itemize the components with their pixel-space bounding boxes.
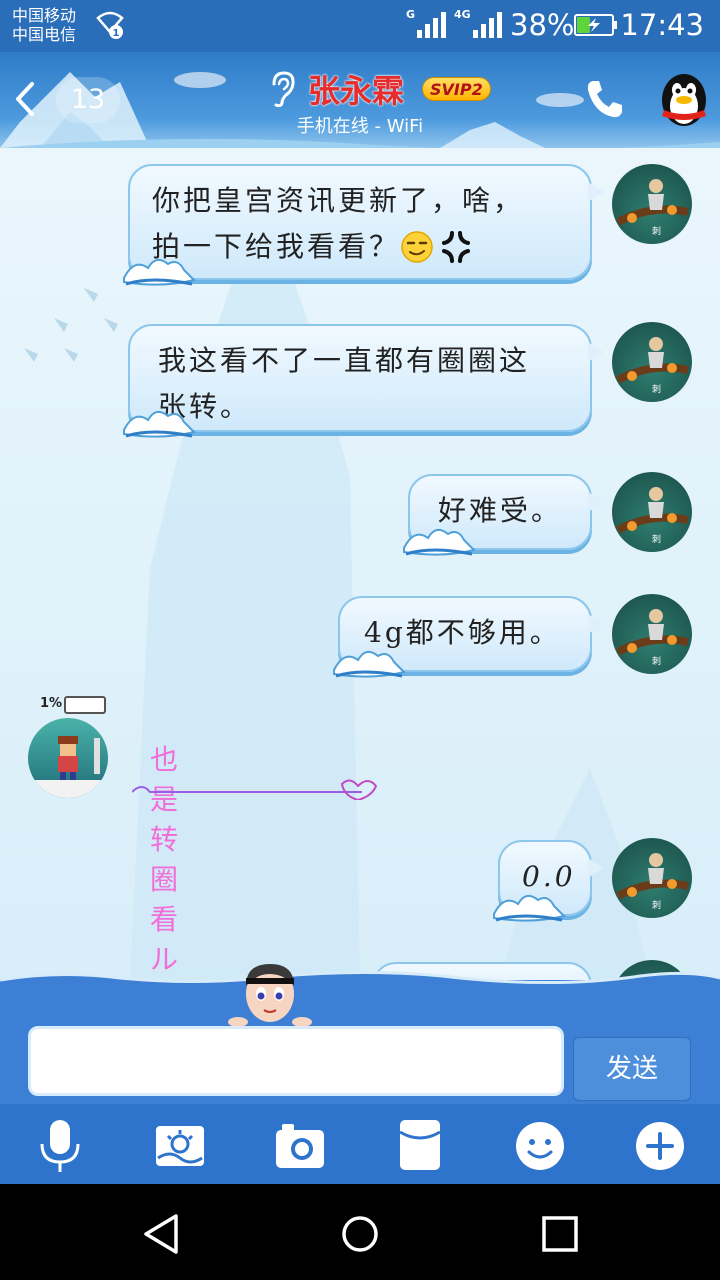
message-text-line: 张转。 — [158, 390, 252, 423]
avatar-pixel-character-icon — [28, 736, 108, 798]
my-avatar[interactable]: 刺 — [612, 838, 692, 918]
my-avatar[interactable]: 刺 — [612, 594, 692, 674]
avatar-figure-icon: 刺 — [616, 487, 689, 545]
qq-penguin-icon[interactable] — [656, 70, 712, 128]
clock: 17:43 — [620, 8, 704, 42]
contact-avatar[interactable] — [28, 718, 108, 798]
avatar-figure-icon: 刺 — [616, 337, 689, 395]
message-text-line: 你把皇宫资讯更新了，啥， — [152, 184, 525, 217]
nav-home-icon[interactable] — [336, 1210, 384, 1258]
system-nav-bar — [0, 1184, 720, 1280]
message-bubble[interactable]: 好难受。 — [403, 474, 604, 556]
nav-recents-icon[interactable] — [536, 1210, 584, 1258]
message-bubble[interactable]: 你把皇宫资讯更新了，啥， 拍一下给我看看？ — [123, 164, 604, 286]
wave-decoration-icon — [403, 528, 476, 556]
svg-text:1: 1 — [113, 28, 120, 39]
status-bar: 中国移动 中国电信 1 G 4G 38% 17:43 — [0, 0, 720, 52]
chat-toolbar — [0, 1104, 720, 1184]
camera-icon[interactable] — [274, 1118, 326, 1174]
wave-decoration-icon — [333, 650, 406, 678]
emoji-icon[interactable] — [514, 1118, 566, 1174]
signal-4g-icon: 4G — [454, 8, 502, 38]
message-bubble[interactable]: 4g都不够用。 — [333, 596, 604, 678]
message-bubble[interactable]: 0.0 — [493, 840, 604, 922]
anger-emoji-icon — [442, 231, 471, 263]
svg-text:刺: 刺 — [652, 384, 661, 395]
avatar-figure-icon: 刺 — [616, 179, 689, 237]
wave-decoration-icon — [123, 410, 196, 438]
svg-text:刺: 刺 — [652, 656, 661, 667]
ear-icon[interactable] — [266, 70, 298, 108]
plus-icon[interactable] — [634, 1118, 686, 1174]
svip-badge: SVIP2 — [422, 77, 491, 101]
battery-percent: 38% — [510, 8, 575, 42]
image-icon[interactable] — [154, 1118, 206, 1174]
battery-badge-text: 1% — [40, 696, 63, 711]
phone-call-icon[interactable] — [584, 78, 624, 120]
wave-decoration-icon — [123, 258, 196, 286]
send-button[interactable]: 发送 — [573, 1037, 691, 1101]
carrier-labels: 中国移动 中国电信 — [12, 6, 76, 44]
svg-text:刺: 刺 — [652, 534, 661, 545]
input-area: 发送 — [0, 964, 720, 1104]
nav-back-icon[interactable] — [138, 1210, 186, 1258]
my-avatar[interactable]: 刺 — [612, 164, 692, 244]
carrier-1: 中国移动 — [12, 6, 77, 25]
mascot-character-icon — [228, 964, 312, 1027]
chat-header: 13 张永霖 SVIP2 手机在线 - WiFi — [0, 52, 720, 148]
sparkle-underline-icon — [132, 779, 378, 800]
signal-g-icon: G — [406, 8, 447, 38]
avatar-figure-icon: 刺 — [616, 609, 689, 667]
battery-charging-icon — [574, 14, 617, 36]
incoming-message-text[interactable]: 也是转圈看ル — [150, 738, 181, 978]
my-avatar[interactable]: 刺 — [612, 322, 692, 402]
ice-edge-decoration-icon — [0, 970, 720, 996]
battery-badge-icon — [64, 696, 106, 714]
sim-security-icon: 1 — [96, 11, 124, 39]
carrier-2: 中国电信 — [12, 25, 77, 44]
svg-text:刺: 刺 — [652, 900, 661, 911]
microphone-icon[interactable] — [34, 1118, 86, 1174]
svg-text:刺: 刺 — [652, 226, 661, 237]
chat-messages[interactable]: 你把皇宫资讯更新了，啥， 拍一下给我看看？ 刺 我这看不了一直都有圈圈这 张转。… — [0, 148, 720, 980]
contact-name: 张永霖 — [308, 72, 405, 110]
avatar-figure-icon: 刺 — [616, 853, 689, 911]
message-text-line: 我这看不了一直都有圈圈这 — [158, 344, 531, 377]
my-avatar[interactable]: 刺 — [612, 472, 692, 552]
message-bubble[interactable]: 我这看不了一直都有圈圈这 张转。 — [123, 324, 604, 438]
smirk-emoji-icon — [401, 231, 433, 263]
wave-decoration-icon — [493, 894, 566, 922]
message-input[interactable] — [28, 1026, 564, 1096]
red-packet-icon[interactable] — [394, 1118, 446, 1174]
